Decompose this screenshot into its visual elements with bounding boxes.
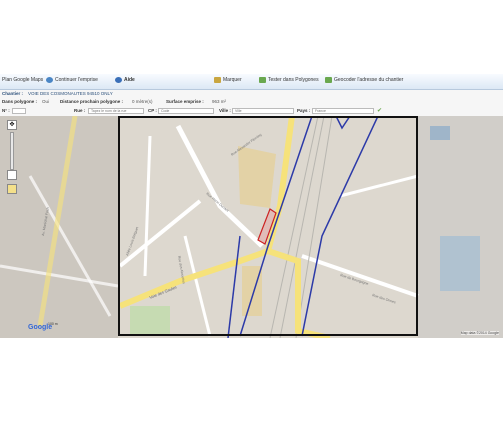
surface-label: Surface emprise : (166, 99, 204, 104)
distance-label: Distance prochain polygone : (60, 99, 124, 104)
cp-input[interactable] (158, 108, 214, 114)
polygon-value: Oui (42, 99, 50, 104)
refresh-icon (46, 77, 53, 83)
rue-label: Rue : (74, 108, 86, 113)
distance-value: 0 mètre(s) (132, 99, 153, 104)
cp-label: CP : (148, 108, 157, 113)
chantier-value: VOIE DES COSMONAUTES 94510 ONLY (28, 91, 113, 96)
map-copyright: Map data ©2014 Google (460, 331, 499, 335)
mark-label: Marquer (223, 77, 242, 83)
stats-row: Dans polygone : Oui Distance prochain po… (0, 98, 503, 107)
water-area (440, 236, 480, 291)
pays-label: Pays : (297, 108, 311, 113)
check-icon (259, 77, 266, 83)
chantier-row: Chantier : VOIE DES COSMONAUTES 94510 ON… (0, 90, 503, 98)
geocode-button[interactable]: Geocoder l'adresse du chantier (325, 77, 403, 83)
map-right-shade (418, 116, 503, 338)
map-selection-frame (118, 116, 418, 336)
chantier-label: Chantier : (2, 91, 24, 96)
zoom-control[interactable]: ✥ (4, 120, 18, 210)
ville-label: Ville : (219, 108, 231, 113)
continue-button[interactable]: Continuer l'emprise (46, 77, 98, 83)
geocode-label: Geocoder l'adresse du chantier (334, 77, 404, 83)
test-polygons-button[interactable]: Tester dans Polygones (259, 77, 319, 83)
validate-icon[interactable]: ✔ (377, 108, 383, 114)
map-view[interactable]: Rue Alexander Fleming Rue Henri Dunant A… (0, 116, 503, 338)
map-tab[interactable]: Plan Google Maps (2, 77, 43, 83)
ville-input[interactable] (232, 108, 294, 114)
scale-bar: 100 m (48, 322, 58, 326)
address-row: N° : Rue : CP : Ville : Pays : ✔ (0, 107, 503, 116)
pays-input[interactable] (312, 108, 374, 114)
num-input[interactable] (12, 108, 26, 114)
continue-label: Continuer l'emprise (55, 77, 98, 83)
app-window: Plan Google Maps Continuer l'emprise Aid… (0, 74, 503, 338)
mark-button[interactable]: Marquer (214, 77, 242, 83)
polygon-label: Dans polygone : (2, 99, 38, 104)
pegman-icon[interactable] (7, 184, 17, 194)
marker-icon (214, 77, 221, 83)
help-button[interactable]: Aide (115, 77, 135, 83)
surface-value: 963 m² (212, 99, 227, 104)
num-label: N° : (2, 108, 10, 113)
toolbar: Plan Google Maps Continuer l'emprise Aid… (0, 74, 503, 90)
map-tab-label: Plan Google Maps (2, 77, 44, 83)
help-icon (115, 77, 122, 83)
test-label: Tester dans Polygones (268, 77, 319, 83)
help-label: Aide (124, 77, 135, 83)
rue-input[interactable] (88, 108, 144, 114)
street-view-icon[interactable] (7, 170, 17, 180)
zoom-slider[interactable] (10, 132, 14, 170)
pan-icon[interactable]: ✥ (7, 120, 17, 130)
geocode-icon (325, 77, 332, 83)
water-area (430, 126, 450, 140)
